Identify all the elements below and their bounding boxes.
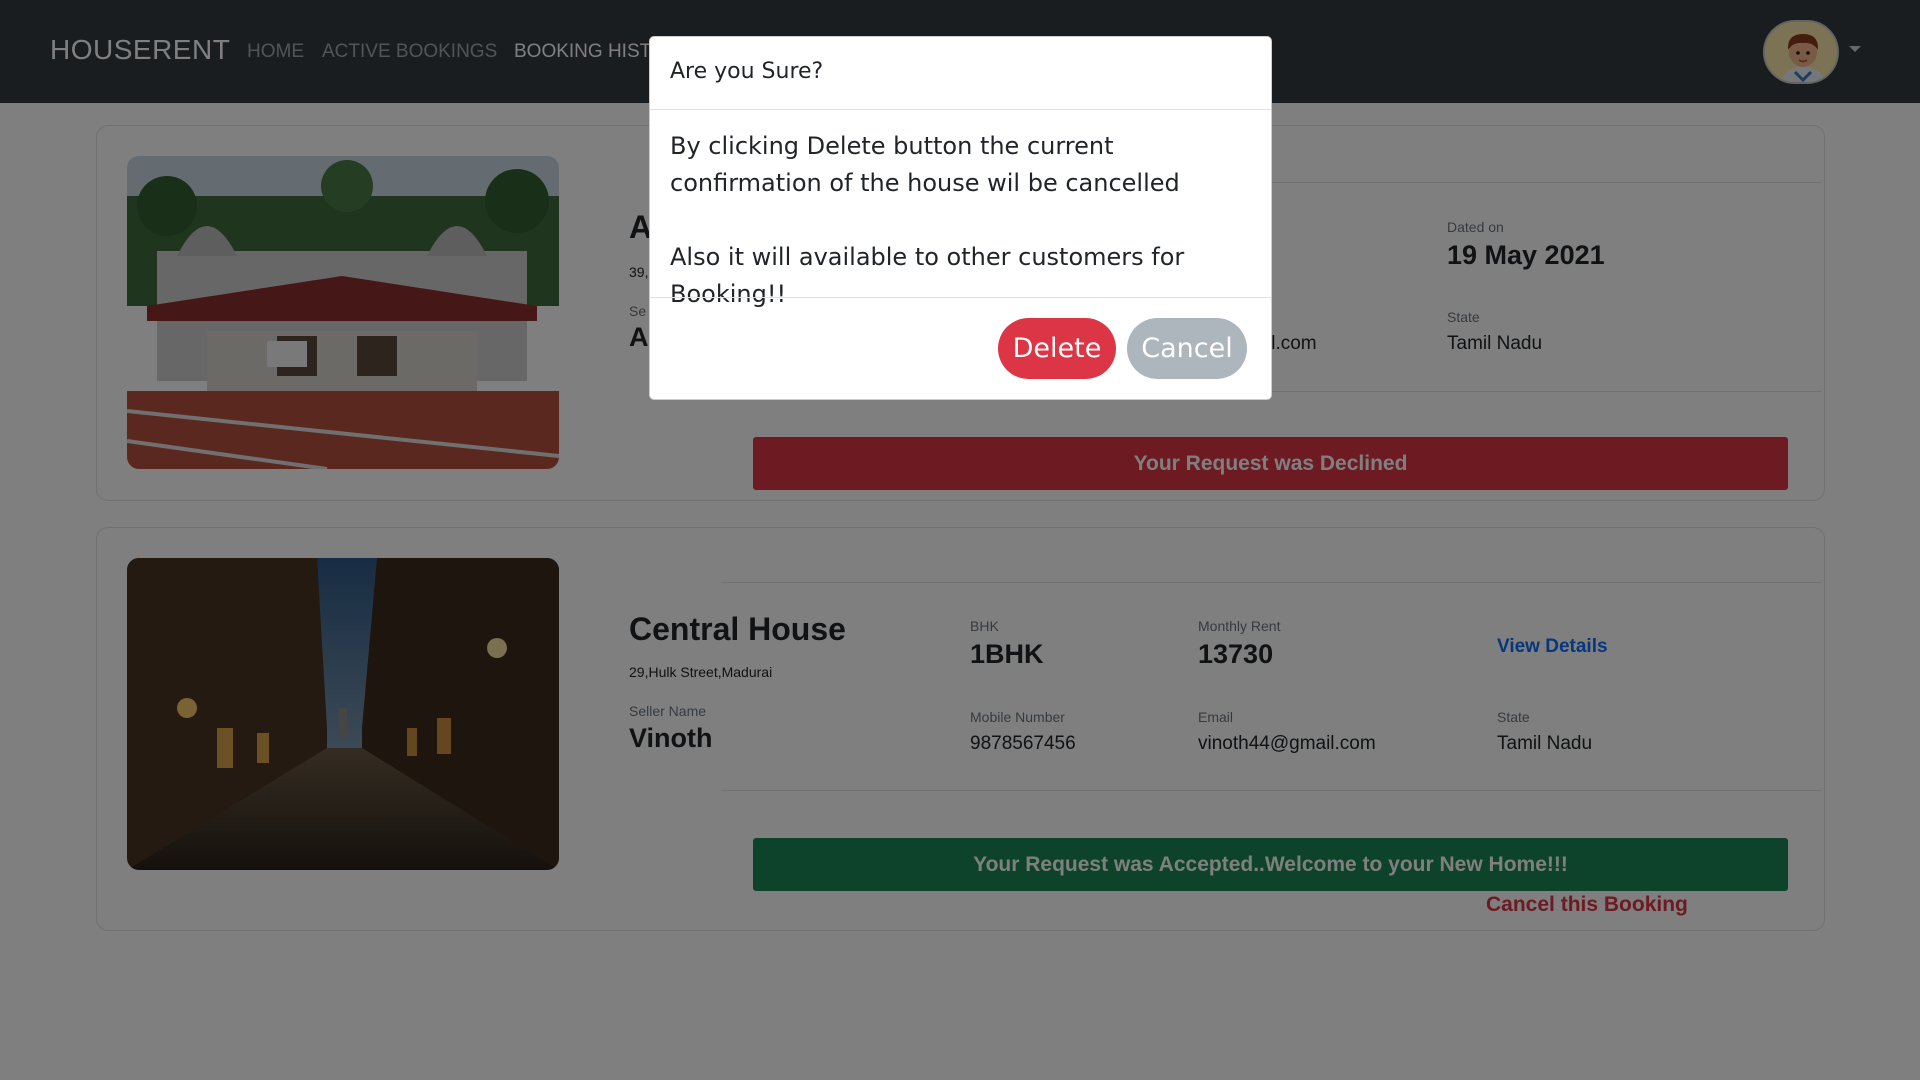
cancel-button[interactable]: Cancel [1127, 318, 1247, 379]
modal-footer-divider [650, 297, 1271, 298]
modal-title: Are you Sure? [670, 59, 824, 84]
confirm-dialog: Are you Sure? By clicking Delete button … [649, 36, 1272, 400]
modal-header-divider [650, 109, 1271, 110]
delete-button[interactable]: Delete [998, 318, 1116, 379]
modal-body-line2: Also it will available to other customer… [670, 243, 1185, 308]
modal-body-line1: By clicking Delete button the current co… [670, 132, 1180, 197]
